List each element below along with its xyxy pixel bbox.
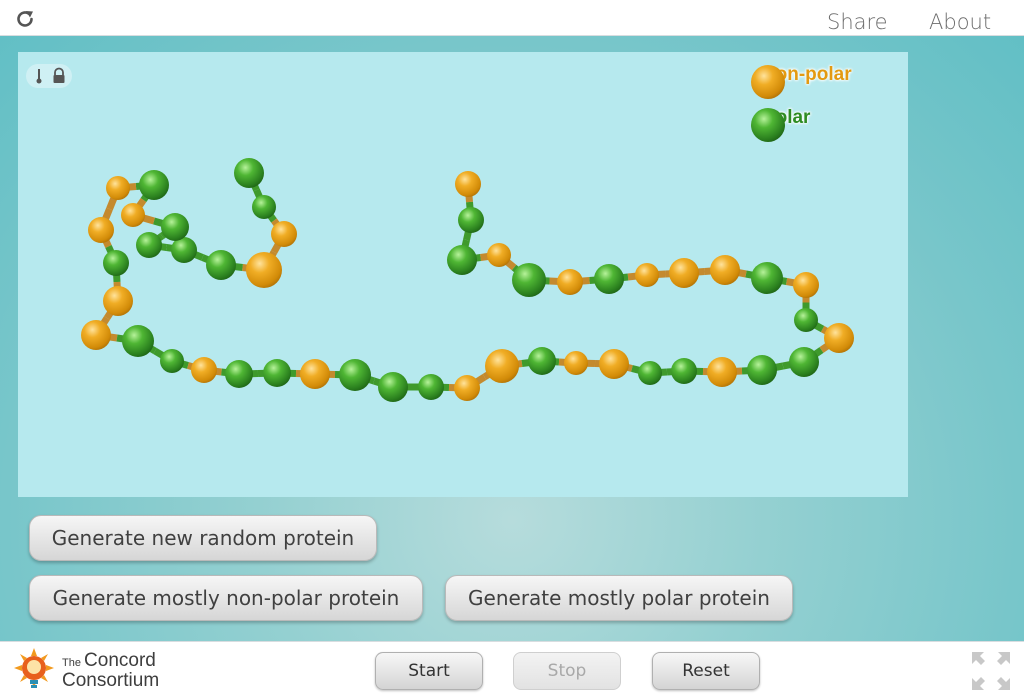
start-button[interactable]: Start (375, 652, 483, 690)
polar-amino-acid[interactable] (447, 245, 477, 275)
polar-amino-acid[interactable] (206, 250, 236, 280)
nonpolar-amino-acid[interactable] (455, 171, 481, 197)
nonpolar-amino-acid[interactable] (635, 263, 659, 287)
nonpolar-swatch-icon (751, 65, 785, 99)
legend-nonpolar: non-polar (750, 64, 852, 99)
polar-amino-acid[interactable] (528, 347, 556, 375)
generate-nonpolar-button[interactable]: Generate mostly non-polar protein (29, 575, 423, 621)
polar-amino-acid[interactable] (103, 250, 129, 276)
logo-consortium: Consortium (62, 670, 160, 691)
polar-amino-acid[interactable] (789, 347, 819, 377)
polar-amino-acid[interactable] (671, 358, 697, 384)
nonpolar-amino-acid[interactable] (599, 349, 629, 379)
polar-amino-acid[interactable] (794, 308, 818, 332)
share-link[interactable]: Share (827, 10, 888, 34)
polar-amino-acid[interactable] (339, 359, 371, 391)
legend-polar: polar (750, 107, 810, 142)
nonpolar-amino-acid[interactable] (824, 323, 854, 353)
logo-concord: Concord (84, 650, 156, 671)
nonpolar-amino-acid[interactable] (103, 286, 133, 316)
stop-button[interactable]: Stop (513, 652, 621, 690)
nonpolar-amino-acid[interactable] (454, 375, 480, 401)
polar-amino-acid[interactable] (747, 355, 777, 385)
polar-swatch-icon (751, 108, 785, 142)
lock-icon[interactable] (53, 67, 65, 84)
tool-tray (26, 64, 72, 88)
footer-bar: The Concord Consortium Start Stop Reset (0, 641, 1024, 700)
nonpolar-amino-acid[interactable] (557, 269, 583, 295)
fullscreen-icon[interactable] (970, 650, 1012, 692)
nonpolar-amino-acid[interactable] (88, 217, 114, 243)
polar-amino-acid[interactable] (594, 264, 624, 294)
nonpolar-amino-acid[interactable] (793, 272, 819, 298)
top-bar: Share About (0, 0, 1024, 36)
about-link[interactable]: About (929, 10, 991, 34)
nonpolar-amino-acid[interactable] (487, 243, 511, 267)
polar-amino-acid[interactable] (512, 263, 546, 297)
nonpolar-amino-acid[interactable] (710, 255, 740, 285)
nonpolar-amino-acid[interactable] (121, 203, 145, 227)
nonpolar-amino-acid[interactable] (81, 320, 111, 350)
polar-amino-acid[interactable] (751, 262, 783, 294)
nonpolar-amino-acid[interactable] (191, 357, 217, 383)
polar-amino-acid[interactable] (458, 207, 484, 233)
generate-polar-button[interactable]: Generate mostly polar protein (445, 575, 793, 621)
nonpolar-amino-acid[interactable] (564, 351, 588, 375)
polar-amino-acid[interactable] (418, 374, 444, 400)
polar-amino-acid[interactable] (161, 213, 189, 241)
thermometer-icon[interactable] (36, 69, 42, 84)
nonpolar-amino-acid[interactable] (106, 176, 130, 200)
lightbulb-logo-icon (14, 648, 54, 688)
nonpolar-amino-acid[interactable] (271, 221, 297, 247)
main-panel: non-polar polar Generate new random prot… (0, 36, 1024, 641)
polar-amino-acid[interactable] (122, 325, 154, 357)
polar-amino-acid[interactable] (638, 361, 662, 385)
nonpolar-amino-acid[interactable] (300, 359, 330, 389)
polar-amino-acid[interactable] (160, 349, 184, 373)
generate-random-button[interactable]: Generate new random protein (29, 515, 377, 561)
polar-amino-acid[interactable] (225, 360, 253, 388)
polar-amino-acid[interactable] (139, 170, 169, 200)
reset-button[interactable]: Reset (652, 652, 760, 690)
nonpolar-amino-acid[interactable] (669, 258, 699, 288)
nonpolar-amino-acid[interactable] (246, 252, 282, 288)
polar-amino-acid[interactable] (378, 372, 408, 402)
polar-amino-acid[interactable] (136, 232, 162, 258)
reload-icon[interactable] (14, 8, 36, 30)
logo-the: The (62, 657, 81, 669)
polar-amino-acid[interactable] (263, 359, 291, 387)
polar-amino-acid[interactable] (252, 195, 276, 219)
simulation-canvas[interactable]: non-polar polar (18, 52, 908, 497)
nonpolar-amino-acid[interactable] (485, 349, 519, 383)
polar-amino-acid[interactable] (234, 158, 264, 188)
concord-logo[interactable]: The Concord Consortium (14, 648, 159, 694)
nonpolar-amino-acid[interactable] (707, 357, 737, 387)
